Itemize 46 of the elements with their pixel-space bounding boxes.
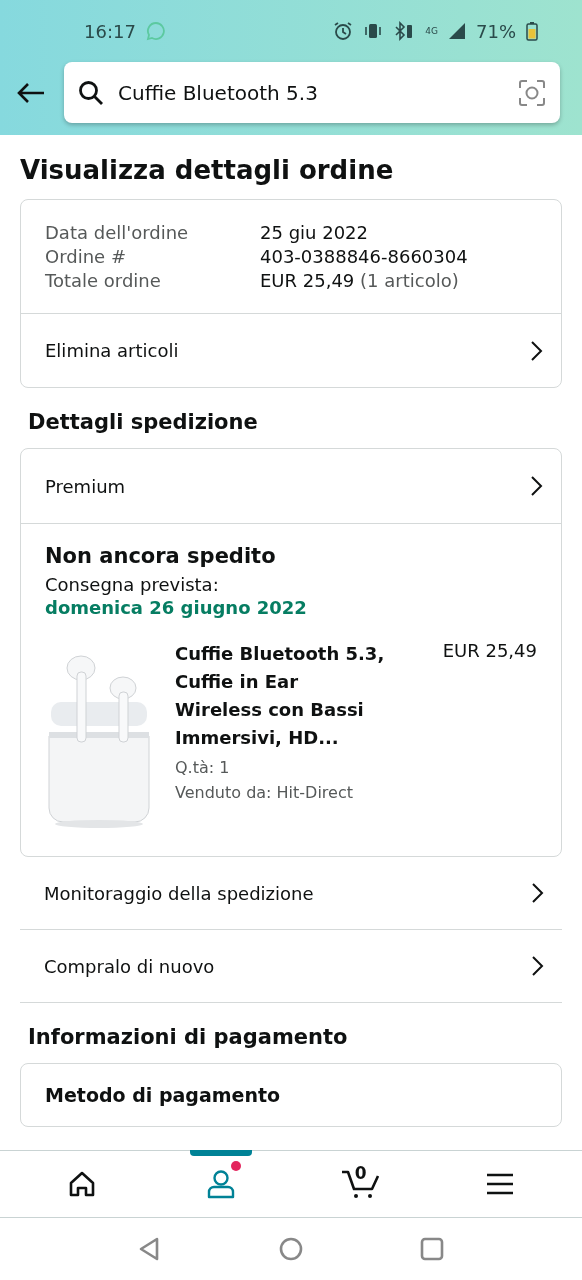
action-row[interactable]: Compralo di nuovo bbox=[20, 930, 562, 1003]
status-time: 16:17 bbox=[84, 20, 136, 42]
chevron-right-icon bbox=[529, 339, 543, 362]
home-icon[interactable] bbox=[67, 1171, 96, 1197]
nav-tab[interactable]: 0 bbox=[291, 1151, 431, 1217]
order-label: Totale ordine bbox=[45, 270, 162, 291]
shipping-service-row[interactable]: Premium bbox=[21, 449, 561, 523]
home-circle-icon[interactable] bbox=[278, 1236, 304, 1262]
cart-count: 0 bbox=[354, 1163, 367, 1183]
chevron-right-icon bbox=[529, 475, 543, 497]
camera-scan-icon[interactable] bbox=[518, 78, 546, 107]
order-value: 403-0388846-8660304 bbox=[260, 246, 469, 267]
delivery-label: Consegna prevista: bbox=[45, 574, 220, 595]
product-price: EUR 25,49 bbox=[442, 640, 537, 663]
order-value: EUR 25,49 (1 articolo) bbox=[260, 270, 460, 291]
section-heading: Dettagli spedizione bbox=[28, 410, 259, 434]
section-heading: Informazioni di pagamento bbox=[28, 1025, 349, 1049]
chevron-right-icon bbox=[530, 955, 544, 977]
chevron-right-icon bbox=[530, 882, 544, 904]
shipment-status: Non ancora spedito bbox=[45, 544, 277, 568]
order-label: Data dell'ordine bbox=[45, 222, 190, 243]
delivery-date: domenica 26 giugno 2022 bbox=[45, 597, 308, 618]
page-title: Visualizza dettagli ordine bbox=[20, 155, 395, 185]
alarm-icon bbox=[333, 21, 354, 41]
active-tab-indicator bbox=[190, 1150, 253, 1156]
search-field[interactable]: Cuffie Bluetooth 5.3 bbox=[116, 79, 506, 106]
action-row[interactable]: Monitoraggio della spedizione bbox=[20, 857, 562, 930]
product-name[interactable]: Cuffie Bluetooth 5.3, Cuffie in Ear Wireless con Bassi Immersivi, HD... bbox=[175, 640, 391, 752]
battery-icon bbox=[526, 21, 538, 41]
seller: Venduto da: Hit-Direct bbox=[175, 783, 354, 802]
order-label: Ordine # bbox=[45, 246, 127, 267]
menu-icon[interactable] bbox=[486, 1173, 515, 1195]
search-icon bbox=[78, 79, 104, 106]
chat-icon bbox=[145, 21, 166, 41]
search-bar[interactable]: Cuffie Bluetooth 5.3 bbox=[64, 62, 560, 123]
payment-method-title: Metodo di pagamento bbox=[45, 1084, 281, 1106]
battery-percent: 71% bbox=[476, 20, 516, 42]
person-icon[interactable] bbox=[206, 1169, 237, 1199]
remove-items-row[interactable]: Elimina articoli bbox=[21, 313, 561, 387]
signal-icon bbox=[448, 22, 466, 40]
order-value: 25 giu 2022 bbox=[260, 222, 369, 243]
recents-icon[interactable] bbox=[418, 1236, 445, 1262]
quantity: Q.tà: 1 bbox=[175, 758, 231, 777]
vibrate-icon bbox=[363, 21, 384, 41]
back-arrow-icon[interactable] bbox=[16, 80, 46, 105]
network-type: 4G bbox=[425, 26, 438, 36]
